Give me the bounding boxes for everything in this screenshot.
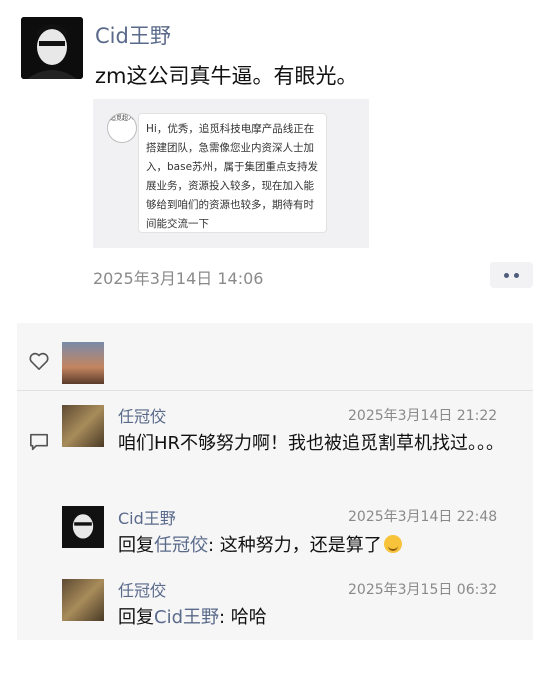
- laughing-emoji-icon: [383, 535, 402, 553]
- commenter-name[interactable]: Cid王野: [118, 505, 176, 529]
- reply-mention[interactable]: 任冠佼: [154, 535, 208, 556]
- reply-prefix: 回复: [118, 607, 154, 628]
- more-options-button[interactable]: [490, 262, 533, 288]
- commenter-avatar[interactable]: [62, 579, 104, 621]
- commenter-name[interactable]: 任冠佼: [118, 577, 166, 601]
- likes-comments-panel: 任冠佼 2025年3月14日 21:22 咱们HR不够努力啊！我也被追觅割草机找…: [17, 323, 533, 640]
- reply-prefix: 回复: [118, 535, 154, 556]
- liker-avatar[interactable]: [62, 342, 104, 384]
- more-dots-icon: [514, 272, 519, 278]
- post-image-card[interactable]: 追觅超人 Hi，优秀，追觅科技电摩产品线正在搭建团队，急需像您业内资深人士加入，…: [93, 99, 369, 248]
- comment-time: 2025年3月14日 21:22: [348, 408, 498, 424]
- post-text: zm这公司真牛逼。有眼光。: [95, 64, 358, 88]
- card-logo-text: 追觅超人: [109, 115, 134, 122]
- divider: [17, 390, 533, 391]
- commenter-avatar[interactable]: [62, 506, 104, 548]
- reply-body: : 哈哈: [219, 607, 267, 628]
- comment-time: 2025年3月15日 06:32: [348, 582, 498, 598]
- reply-mention[interactable]: Cid王野: [154, 607, 219, 628]
- reply-body: : 这种努力，还是算了: [208, 535, 382, 556]
- commenter-name[interactable]: 任冠佼: [118, 403, 166, 427]
- more-dots-icon: [504, 272, 509, 278]
- comment-icon: [30, 433, 48, 451]
- commenter-avatar[interactable]: [62, 405, 104, 447]
- comment-text: 咱们HR不够努力啊！我也被追觅割草机找过。。。: [118, 433, 505, 454]
- comment-time: 2025年3月14日 22:48: [348, 509, 498, 525]
- post-author-name[interactable]: Cid王野: [95, 20, 171, 50]
- card-logo: 追觅超人: [107, 113, 137, 143]
- comment-text: 回复任冠佼: 这种努力，还是算了: [118, 532, 518, 560]
- comment-text: 回复Cid王野: 哈哈: [118, 604, 518, 632]
- post-timestamp: 2025年3月14日 14:06: [93, 269, 264, 288]
- author-avatar[interactable]: [21, 17, 83, 79]
- card-message-bubble: Hi，优秀，追觅科技电摩产品线正在搭建团队，急需像您业内资深人士加入，base苏…: [138, 113, 327, 233]
- heart-icon: [29, 352, 49, 370]
